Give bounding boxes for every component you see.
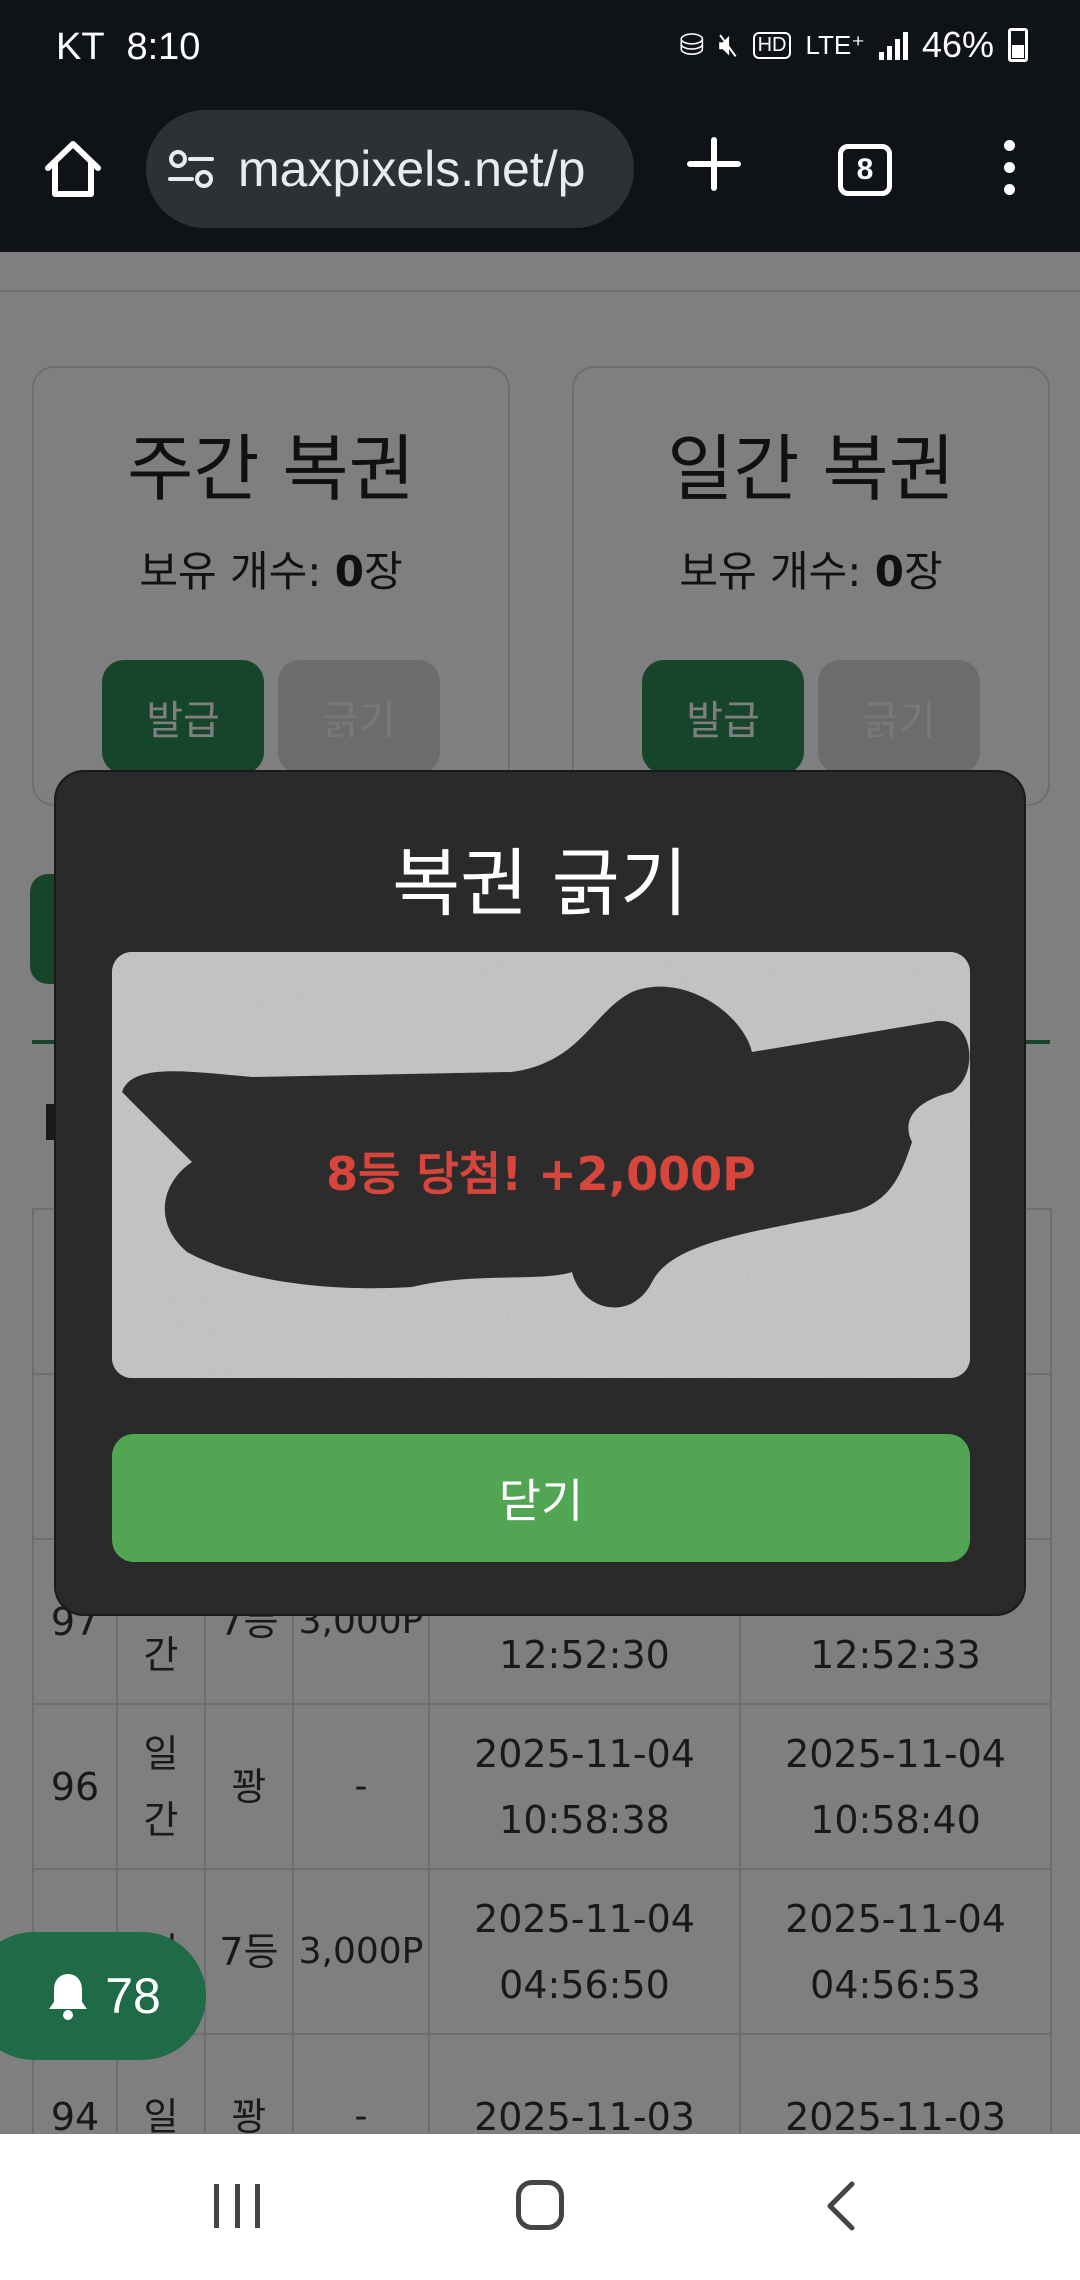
home-button[interactable] [40, 136, 106, 202]
new-tab-button[interactable] [686, 136, 742, 192]
back-button[interactable] [822, 2180, 862, 2232]
notification-button[interactable]: 78 [0, 1932, 206, 2060]
prize-result: 8등 당첨! +2,000P [326, 1147, 756, 1201]
recent-apps-button[interactable] [214, 2184, 260, 2228]
recent-apps-icon [214, 2184, 260, 2228]
plus-icon [687, 137, 741, 191]
notification-count: 78 [105, 1968, 161, 2024]
mute-icon: 🔇︎ [718, 26, 739, 62]
system-nav-bar [0, 2134, 1080, 2280]
hd-icon: HD [752, 31, 792, 59]
address-bar[interactable]: maxpixels.net/p [146, 110, 634, 228]
battery-percent: 46% [921, 24, 994, 65]
home-nav-button[interactable] [516, 2180, 564, 2230]
url-text[interactable]: maxpixels.net/p [238, 140, 585, 198]
back-icon [827, 2181, 855, 2231]
bell-icon [49, 1974, 88, 2020]
scratch-card[interactable]: 8등 당첨! +2,000P [112, 952, 970, 1378]
home-icon [45, 141, 101, 197]
tab-switcher-button[interactable]: 8 [838, 144, 892, 196]
clock: 8:10 [126, 26, 201, 68]
modal-title: 복권 긁기 [392, 841, 688, 927]
scratch-modal: 복권 긁기 8등 당첨! +2,000P 닫기 [54, 770, 1026, 1616]
more-menu-button[interactable] [994, 140, 1024, 200]
carrier-time: KT 8:10 [56, 26, 200, 69]
status-bar: KT 8:10 ⛁ 🔇︎ HD LTE⁺ 46% [0, 0, 1080, 100]
more-vert-icon [994, 140, 1024, 195]
close-button[interactable]: 닫기 [112, 1434, 970, 1562]
lte-icon: LTE⁺ [805, 29, 865, 60]
browser-toolbar: maxpixels.net/p 8 [0, 100, 1080, 252]
carrier-label: KT [56, 26, 104, 68]
site-settings-icon[interactable] [168, 148, 214, 190]
battery-saver-icon: ⛁ [679, 28, 705, 62]
battery-icon [1008, 28, 1028, 62]
signal-icon [878, 30, 908, 60]
status-icons: ⛁ 🔇︎ HD LTE⁺ 46% [679, 24, 1028, 66]
